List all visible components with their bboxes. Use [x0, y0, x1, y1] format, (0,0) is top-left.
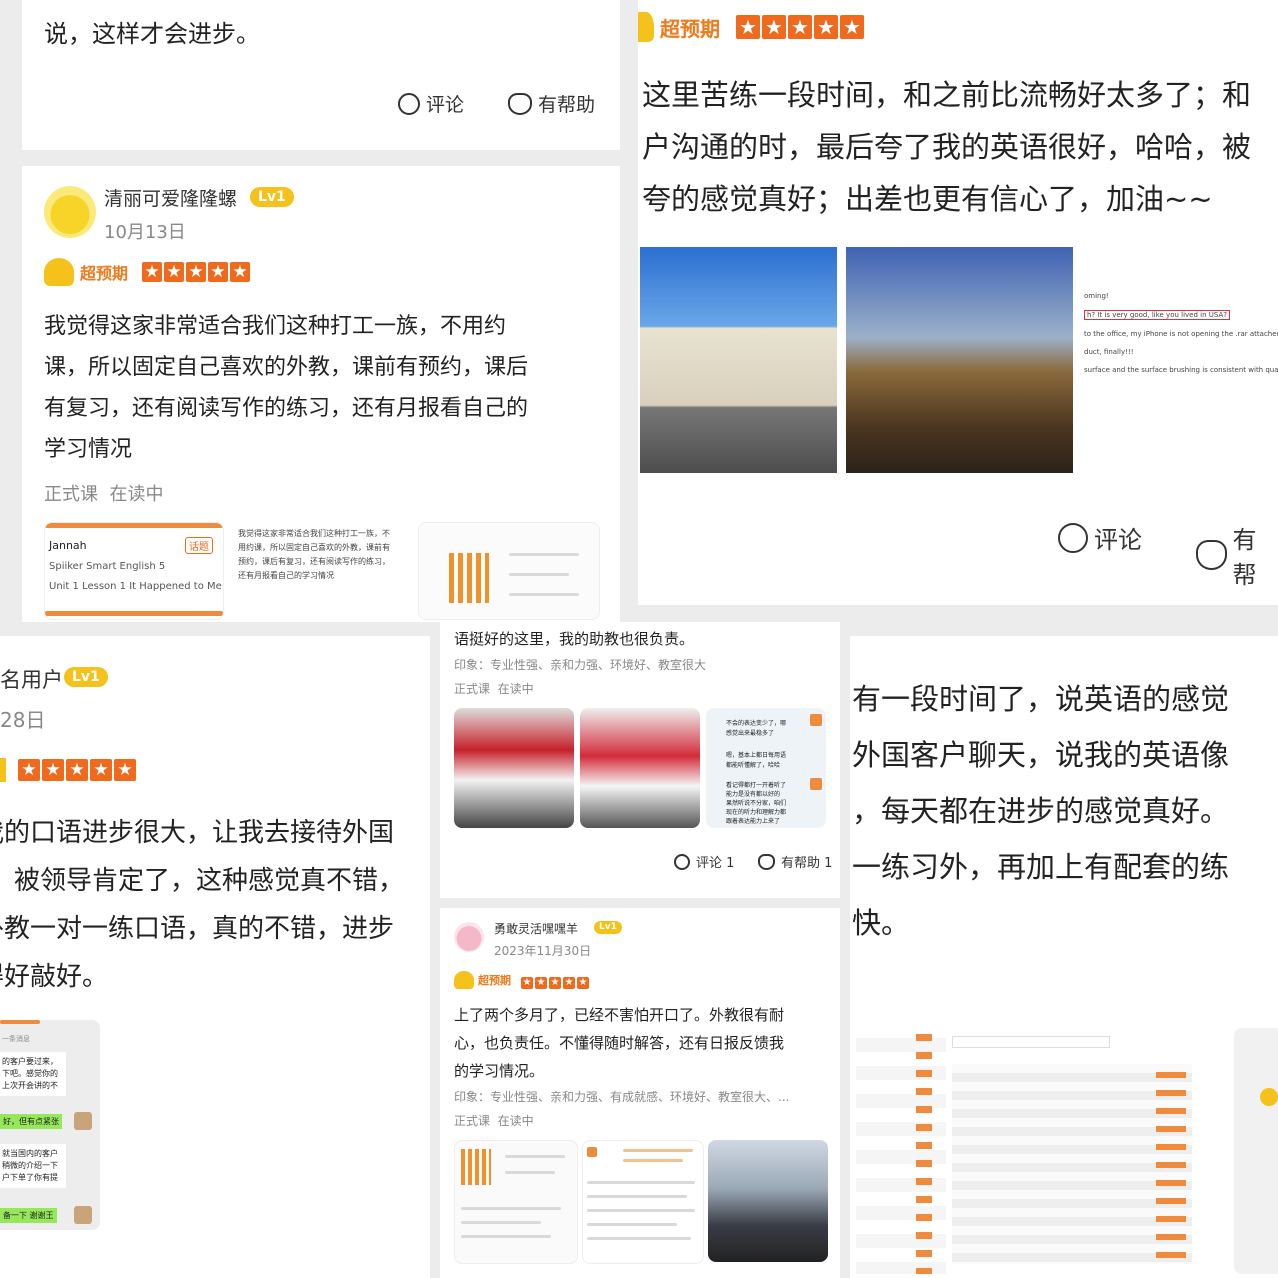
- review-line-1: 这里苦练一段时间，和之前比流畅好太多了；和: [642, 78, 1252, 112]
- review-line-1: 我的口语进步很大，让我去接待外国: [0, 818, 395, 848]
- chat-screenshot-thumbnail[interactable]: [1234, 1028, 1278, 1274]
- helpful-button[interactable]: 有帮: [1196, 520, 1278, 590]
- course-list-screenshot[interactable]: [856, 1024, 1196, 1274]
- review-date: 2023年11月30日: [494, 944, 592, 958]
- comment-button[interactable]: 评论 1: [674, 852, 734, 871]
- thumbs-up-icon: [508, 92, 532, 115]
- lesson-report-thumbnail[interactable]: [454, 1140, 578, 1264]
- feedback-doc-thumbnail[interactable]: [582, 1140, 704, 1264]
- photo-street-night[interactable]: [846, 247, 1073, 473]
- review-line-2: 户沟通的时，最后夸了我的英语很好，哈哈，被: [642, 130, 1252, 164]
- thumbs-up-icon: [758, 853, 775, 870]
- crown-icon: [0, 758, 6, 782]
- review-line-3: 的学习情况。: [454, 1062, 545, 1080]
- review-date: 10月13日: [104, 222, 186, 243]
- star-rating: ★ ★ ★ ★ ★: [521, 977, 589, 989]
- lesson-name: Unit 1 Lesson 1 It Happened to Me!: [49, 581, 224, 592]
- avatar[interactable]: [454, 922, 484, 952]
- star-rating: ★ ★ ★ ★ ★: [142, 262, 252, 282]
- review-screenshot-thumbnail[interactable]: 我觉得这家非常适合我们这种打工一族，不 用约课，所以固定自己喜欢的外教，课前有 …: [232, 522, 410, 618]
- username[interactable]: 勇敢灵活嘿嘿羊: [494, 920, 578, 937]
- photo-expo-1[interactable]: [454, 708, 574, 828]
- helpful-button[interactable]: 有帮助 1: [758, 852, 832, 871]
- chat-screenshot-thumbnail[interactable]: 不会的表达变少了，哪 感觉出来最稳多了 嗯，基本上都日每用语 都能听懂解了，哈哈…: [706, 708, 826, 828]
- rating-row: 超预期 ★ ★ ★ ★ ★: [454, 970, 591, 989]
- username[interactable]: 名用户: [0, 664, 63, 694]
- review-line-4: 学习情况: [44, 437, 133, 462]
- review-date: 28日: [0, 708, 46, 732]
- course-meta: 正式课 在读中: [454, 682, 534, 696]
- review-line-2: 心，也负责任。不懂得随时解答，还有日报反馈我: [454, 1034, 785, 1052]
- comment-icon: [674, 853, 690, 870]
- review-text: 说，这样才会进步。: [44, 20, 260, 48]
- rating-row: 超预期 ★ ★ ★ ★ ★: [638, 12, 866, 42]
- review-card-bottom-left: 名用户 Lv1 28日 ★ ★ ★ ★ ★ 我的口语进步很大，让我去接待外国 ，被领导肯…: [0, 636, 430, 1278]
- comment-button[interactable]: 评论: [398, 90, 464, 117]
- course-meta: 正式课 在读中: [44, 484, 164, 505]
- review-card-middle: 语挺好的这里，我的助教也很负责。 印象：专业性强、亲和力强、环境好、教室很大 正…: [440, 622, 840, 898]
- crown-icon: [454, 970, 474, 989]
- review-line-4: 一练习外，再加上有配套的练: [852, 850, 1230, 884]
- rating-row: 超预期 ★ ★ ★ ★ ★: [44, 258, 252, 286]
- review-text: 语挺好的这里，我的助教也很负责。: [454, 630, 695, 648]
- tag-label: 超预期: [80, 264, 129, 283]
- level-badge: Lv1: [64, 667, 108, 687]
- review-card-bottom-middle: 勇敢灵活嘿嘿羊 Lv1 2023年11月30日 超预期 ★ ★ ★ ★ ★ 上了两个多月…: [440, 908, 840, 1278]
- crown-icon: [44, 258, 74, 286]
- report-thumbnail[interactable]: [418, 522, 600, 620]
- chat-screenshot-thumbnail[interactable]: 一条消息 的客户要过来， 下吧。感觉你的 上次开会讲的不 好，但有点紧张 就当国…: [0, 1020, 100, 1230]
- review-line-3: 夸的感觉真好；出差也更有信心了，加油~~: [642, 182, 1213, 216]
- review-card-top-left: 说，这样才会进步。 评论 有帮助: [22, 0, 620, 150]
- review-line-3: 有复习，还有阅读写作的练习，还有月报看自己的: [44, 396, 529, 421]
- photo-expo-crowd[interactable]: [708, 1140, 828, 1262]
- review-line-2: 课，所以固定自己喜欢的外教，课前有预约，课后: [44, 355, 529, 380]
- review-card-bottom-right: 有一段时间了，说英语的感觉 外国客户聊天，说我的英语像 ，每天都在进步的感觉真好…: [850, 636, 1278, 1278]
- review-line-1: 有一段时间了，说英语的感觉: [852, 682, 1230, 716]
- level-badge: Lv1: [594, 921, 622, 934]
- helpful-button[interactable]: 有帮助: [508, 90, 595, 117]
- topic-chip: 话题: [185, 537, 213, 554]
- username[interactable]: 清丽可爱隆隆螺: [104, 184, 237, 211]
- review-line-4: 得好敲好。: [0, 962, 109, 992]
- comment-button[interactable]: 评论: [1058, 520, 1142, 555]
- avatar[interactable]: [44, 186, 96, 238]
- review-line-2: ，被领导肯定了，这种感觉真不错，: [0, 866, 405, 896]
- thumbs-up-icon: [1196, 540, 1227, 570]
- rating-row: ★ ★ ★ ★ ★: [0, 758, 138, 782]
- course-name: Spiiker Smart English 5: [49, 561, 166, 572]
- crown-icon: [638, 12, 654, 42]
- photo-expo-2[interactable]: [580, 708, 700, 828]
- level-badge: Lv1: [250, 187, 294, 207]
- comment-icon: [1058, 522, 1088, 553]
- review-line-5: 快。: [852, 906, 911, 940]
- star-rating: ★ ★ ★ ★ ★: [18, 759, 138, 781]
- review-line-3: ，每天都在进步的感觉真好。: [852, 794, 1230, 828]
- review-card-top-right: 超预期 ★ ★ ★ ★ ★ 这里苦练一段时间，和之前比流畅好太多了；和 户沟通的时，最后…: [638, 0, 1278, 605]
- review-line-2: 外国客户聊天，说我的英语像: [852, 738, 1230, 772]
- tag-label: 超预期: [660, 16, 720, 41]
- review-line-3: 外教一对一练口语，真的不错，进步: [0, 914, 395, 944]
- comment-icon: [398, 92, 420, 115]
- review-line-1: 我觉得这家非常适合我们这种打工一族，不用约: [44, 314, 507, 339]
- photo-street-day[interactable]: [640, 247, 837, 473]
- review-card-middle-left: 清丽可爱隆隆螺 Lv1 10月13日 超预期 ★ ★ ★ ★ ★ 我觉得这家非常适合我们…: [22, 166, 620, 622]
- impression-text: 印象：专业性强、亲和力强、有成就感、环境好、教室很大、...: [454, 1090, 790, 1104]
- impression-text: 印象：专业性强、亲和力强、环境好、教室很大: [454, 658, 707, 672]
- teacher-name: Jannah: [49, 539, 87, 552]
- email-screenshot-thumbnail[interactable]: oming! h? It is very good, like you live…: [1082, 290, 1278, 380]
- tag-label: 超预期: [478, 973, 511, 987]
- review-line-1: 上了两个多月了，已经不害怕开口了。外教很有耐: [454, 1006, 785, 1024]
- lesson-thumbnail[interactable]: Jannah Spiiker Smart English 5 Unit 1 Le…: [44, 522, 224, 620]
- course-meta: 正式课 在读中: [454, 1114, 534, 1128]
- star-rating: ★ ★ ★ ★ ★: [736, 15, 866, 39]
